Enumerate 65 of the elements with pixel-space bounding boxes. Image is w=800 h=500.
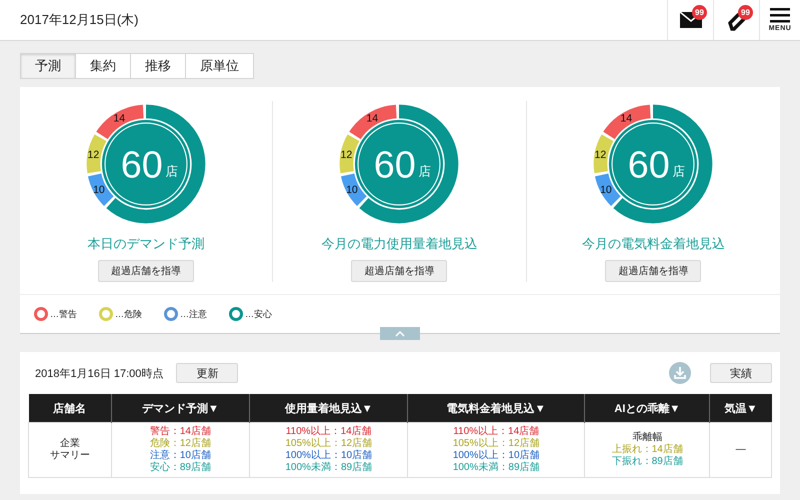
cell-text: 105%以上：12店舗 (452, 438, 541, 450)
legend-label: …警告 (50, 308, 77, 320)
cell-text: 100%以上：10店舗 (284, 450, 374, 462)
notification-badge: 99 (738, 5, 753, 20)
store-count: 60 (374, 144, 416, 187)
cell-text: 危険：12店舗 (148, 438, 212, 450)
cell-text: 安心：89店舗 (148, 462, 212, 474)
unit-label: 店 (673, 164, 686, 179)
link-button[interactable]: 99 (713, 0, 759, 40)
column-header[interactable]: 気温▼ (710, 394, 772, 422)
guide-button[interactable]: 超過店舗を指導 (351, 260, 448, 282)
segment-label: 10 (93, 184, 105, 196)
column-header[interactable]: デマンド予測▼ (111, 394, 250, 422)
notification-badge: 99 (692, 5, 707, 20)
timestamp: 2018年1月16日 17:00時点 (35, 366, 164, 380)
menu-icon (770, 8, 790, 23)
header-date: 2017年12月15日(木) (19, 11, 140, 29)
unit-label: 店 (419, 164, 432, 179)
cell-text: 100%以上：10店舗 (452, 450, 541, 462)
cell-text: 乖離幅 (631, 432, 664, 444)
cell-text: 警告：14店舗 (148, 426, 212, 438)
refresh-button[interactable]: 更新 (176, 363, 238, 383)
segment-label: 10 (346, 184, 358, 196)
cell-text: 下振れ：89店舗 (610, 456, 684, 468)
tab[interactable]: 原単位 (185, 53, 254, 79)
cell-text: 105%以上：12店舗 (284, 438, 374, 450)
segment-label: 14 (366, 112, 379, 124)
segment-label: 12 (88, 148, 100, 161)
cell-text: — (734, 444, 747, 456)
cell-text: 110%以上：14店舗 (284, 426, 373, 438)
summary-title: 今月の電気料金着地見込 (582, 235, 725, 253)
column-header[interactable]: 電気料金着地見込▼ (408, 394, 585, 422)
download-icon[interactable] (669, 362, 691, 384)
guide-button[interactable]: 超過店舗を指導 (605, 260, 702, 282)
summary-title: 本日のデマンド予測 (88, 235, 205, 253)
guide-button[interactable]: 超過店舗を指導 (98, 260, 194, 282)
segment-label: 14 (620, 112, 632, 124)
mail-button[interactable]: 99 (667, 0, 713, 40)
legend-label: …危険 (115, 308, 142, 320)
column-header[interactable]: AIとの乖離▼ (584, 394, 710, 422)
cell-text: 100%未満：89店舗 (452, 462, 541, 474)
cell-text: 企業 (58, 438, 81, 450)
column-header[interactable]: 使用量着地見込▼ (250, 394, 408, 422)
store-count: 60 (628, 144, 670, 187)
segment-label: 12 (594, 148, 606, 161)
tab[interactable]: 推移 (130, 53, 186, 79)
cell-text: 注意：10店舗 (148, 450, 212, 462)
cell-text: 100%未満：89店舗 (284, 462, 374, 474)
chevron-up-icon (395, 330, 405, 336)
summary-title: 今月の電力使用量着地見込 (321, 235, 478, 253)
store-count: 60 (120, 144, 163, 187)
cell-text: 110%以上：14店舗 (452, 426, 540, 438)
tab[interactable]: 集約 (75, 53, 131, 79)
tab[interactable]: 予測 (20, 53, 76, 79)
column-header[interactable]: 店舗名 (28, 394, 111, 422)
collapse-button[interactable] (380, 327, 420, 340)
segment-label: 14 (114, 112, 126, 124)
cell-text: 上振れ：14店舗 (610, 444, 684, 456)
legend-label: …安心 (245, 308, 272, 320)
legend-label: …注意 (180, 308, 207, 320)
unit-label: 店 (166, 164, 179, 179)
cell-text: サマリー (48, 450, 91, 462)
results-button[interactable]: 実績 (710, 363, 772, 383)
segment-label: 10 (600, 184, 612, 196)
segment-label: 12 (340, 148, 353, 161)
